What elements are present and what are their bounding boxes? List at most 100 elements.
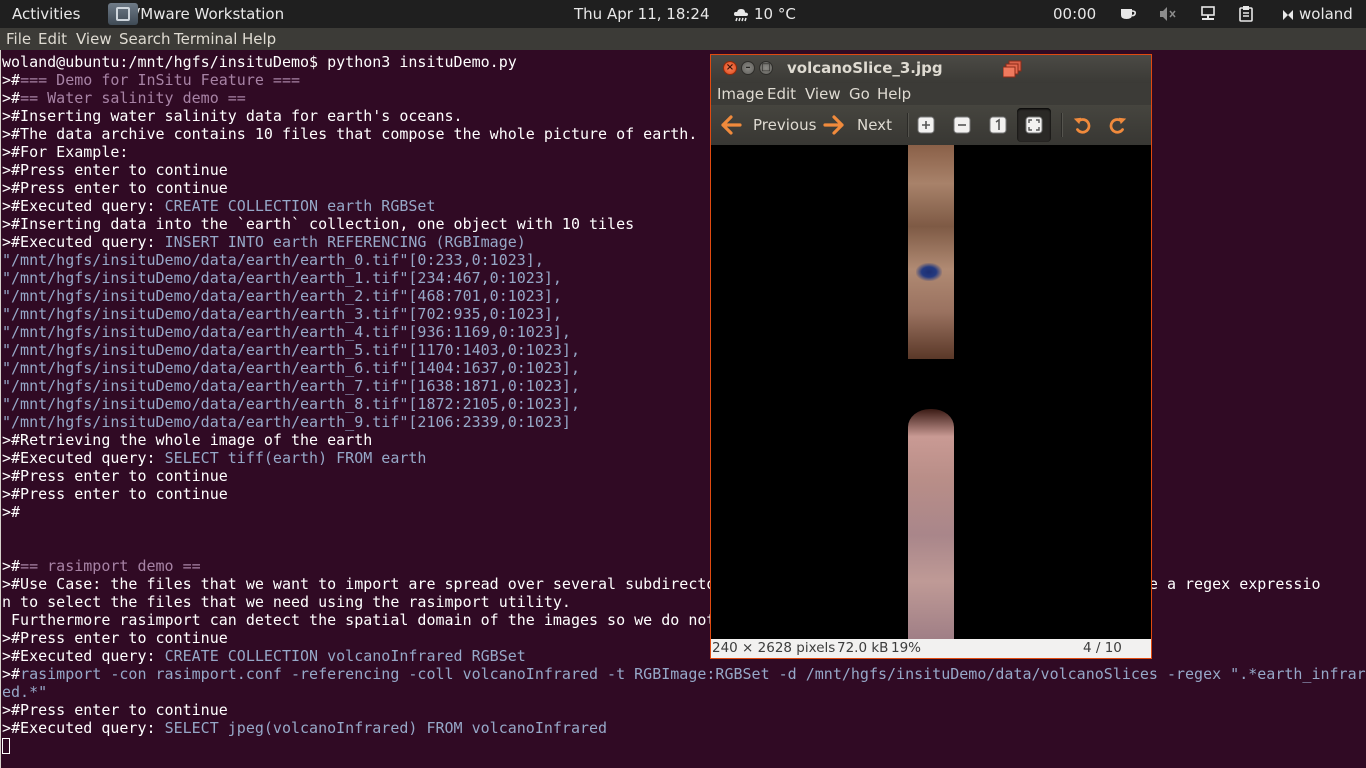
volcano-slice-water-feature	[916, 263, 942, 281]
terminal-text: >#	[2, 557, 21, 575]
terminal-menubar: File Edit View Search Terminal Help	[0, 28, 1366, 50]
terminal-line: >#=== Demo for InSitu Feature ===	[2, 71, 1366, 89]
terminal-text: CREATE COLLECTION volcanoInfrared RGBSet	[164, 647, 526, 665]
arrow-right-icon[interactable]	[823, 115, 845, 135]
previous-button[interactable]: Previous	[753, 111, 816, 139]
zoom-out-icon[interactable]	[952, 115, 972, 135]
terminal-line: >#For Example:	[2, 143, 1366, 161]
volcano-slice-image-bottom	[908, 409, 954, 639]
terminal-line: >#Press enter to continue	[2, 179, 1366, 197]
toolbar-separator	[907, 113, 908, 137]
viewer-menu-image[interactable]: Image	[717, 83, 764, 105]
timer-indicator[interactable]: 00:00	[1053, 0, 1096, 28]
terminal-line: "/mnt/hgfs/insituDemo/data/earth/earth_7…	[2, 377, 1366, 395]
minimize-button[interactable]: –	[741, 61, 755, 75]
menu-search[interactable]: Search	[119, 28, 171, 50]
next-button[interactable]: Next	[857, 111, 892, 139]
terminal-text: "/mnt/hgfs/insituDemo/data/earth/earth_7…	[2, 377, 580, 395]
viewer-menu-edit[interactable]: Edit	[767, 83, 796, 105]
menu-edit[interactable]: Edit	[38, 28, 67, 50]
viewer-title: volcanoSlice_3.jpg	[787, 59, 943, 77]
terminal-line: "/mnt/hgfs/insituDemo/data/earth/earth_3…	[2, 305, 1366, 323]
terminal-text: "/mnt/hgfs/insituDemo/data/earth/earth_8…	[2, 395, 580, 413]
activities-button[interactable]: Activities	[12, 0, 80, 28]
terminal-line: >#Press enter to continue	[2, 485, 1366, 503]
menu-terminal[interactable]: Terminal	[174, 28, 237, 50]
terminal-line: n to select the files that we need using…	[2, 593, 1366, 611]
viewer-titlebar[interactable]: × – □ volcanoSlice_3.jpg	[711, 55, 1151, 83]
terminal-line: >#rasimport -con rasimport.conf -referen…	[2, 665, 1366, 683]
volume-muted-icon[interactable]	[1159, 6, 1177, 22]
terminal-text: ed.*"	[2, 683, 48, 701]
terminal-text: >#	[2, 665, 21, 683]
viewer-menu-help[interactable]: Help	[877, 83, 911, 105]
weather-temp: 10 °C	[754, 5, 796, 23]
terminal-text: >#Inserting data into the `earth` collec…	[2, 215, 635, 233]
terminal-line: >#Executed query: CREATE COLLECTION volc…	[2, 647, 1366, 665]
user-menu[interactable]: woland	[1281, 0, 1353, 28]
menu-view[interactable]: View	[76, 28, 112, 50]
app-menu-vmware[interactable]: VMware Workstation	[108, 0, 284, 28]
image-canvas[interactable]	[711, 145, 1151, 639]
terminal-text: >#The data archive contains 10 files tha…	[2, 125, 698, 143]
network-icon[interactable]	[1200, 6, 1216, 22]
vmware-icon	[108, 3, 138, 25]
terminal-text: >#Executed query:	[2, 233, 165, 251]
menu-help[interactable]: Help	[242, 28, 276, 50]
zoom-normal-icon[interactable]	[988, 115, 1008, 135]
terminal-output: woland@ubuntu:/mnt/hgfs/insituDemo$ pyth…	[2, 53, 1366, 755]
terminal-window[interactable]: woland@ubuntu:/mnt/hgfs/insituDemo$ pyth…	[0, 50, 1366, 768]
image-position: 4 / 10	[1083, 640, 1122, 656]
close-icon: ×	[725, 62, 735, 73]
clipboard-icon[interactable]	[1239, 6, 1253, 22]
weather-indicator[interactable]: 10 °C	[732, 0, 796, 28]
terminal-line: "/mnt/hgfs/insituDemo/data/earth/earth_0…	[2, 251, 1366, 269]
terminal-text: Furthermore rasimport can detect the spa…	[2, 611, 716, 629]
terminal-text: >#	[2, 503, 21, 521]
terminal-text: >#Executed query:	[2, 197, 165, 215]
viewer-menubar: Image Edit View Go Help	[711, 83, 1151, 105]
terminal-text: woland@ubuntu:/mnt/hgfs/insituDemo$ pyth…	[2, 53, 517, 71]
clock[interactable]: Thu Apr 11, 18:24	[574, 0, 710, 28]
cloud-rain-icon	[734, 8, 748, 21]
terminal-text: >#For Example:	[2, 143, 129, 161]
terminal-line: >#Inserting water salinity data for eart…	[2, 107, 1366, 125]
terminal-text: >#Press enter to continue	[2, 179, 228, 197]
terminal-text: >#Executed query:	[2, 449, 165, 467]
image-viewer-window: × – □ volcanoSlice_3.jpg Image Edit View…	[710, 54, 1152, 659]
viewer-statusbar: 240 × 2628 pixels 72.0 kB 19% 4 / 10	[711, 639, 1151, 658]
arrow-left-icon[interactable]	[720, 115, 742, 135]
terminal-text: "/mnt/hgfs/insituDemo/data/earth/earth_6…	[2, 359, 580, 377]
terminal-line: >#Inserting data into the `earth` collec…	[2, 215, 1366, 233]
maximize-button[interactable]: □	[759, 61, 773, 75]
image-dimensions: 240 × 2628 pixels	[712, 640, 836, 656]
terminal-text: INSERT INTO earth REFERENCING (RGBImage)	[164, 233, 526, 251]
terminal-text: === Demo for InSitu Feature ===	[20, 71, 301, 89]
rotate-right-icon[interactable]	[1107, 115, 1129, 135]
terminal-text: "/mnt/hgfs/insituDemo/data/earth/earth_3…	[2, 305, 562, 323]
terminal-line: "/mnt/hgfs/insituDemo/data/earth/earth_6…	[2, 359, 1366, 377]
terminal-line: >#	[2, 503, 1366, 521]
menu-file[interactable]: File	[6, 28, 31, 50]
image-zoom-level: 19%	[891, 640, 922, 656]
terminal-line: >#== rasimport demo ==	[2, 557, 1366, 575]
terminal-text: >#Press enter to continue	[2, 161, 228, 179]
terminal-line: >#Executed query: CREATE COLLECTION eart…	[2, 197, 1366, 215]
coffee-cup-icon[interactable]	[1119, 6, 1137, 22]
zoom-fit-icon	[1025, 116, 1043, 134]
terminal-text: >#	[2, 89, 21, 107]
rotate-left-icon[interactable]	[1071, 115, 1093, 135]
terminal-text: rasimport -con rasimport.conf -referenci…	[20, 665, 1366, 683]
terminal-text: "/mnt/hgfs/insituDemo/data/earth/earth_5…	[2, 341, 580, 359]
terminal-text: == Water salinity demo ==	[20, 89, 246, 107]
terminal-text: "/mnt/hgfs/insituDemo/data/earth/earth_0…	[2, 251, 544, 269]
terminal-line: >#Retrieving the whole image of the eart…	[2, 431, 1366, 449]
viewer-menu-view[interactable]: View	[805, 83, 841, 105]
terminal-line: >#Press enter to continue	[2, 629, 1366, 647]
terminal-text: CREATE COLLECTION earth RGBSet	[164, 197, 436, 215]
close-button[interactable]: ×	[723, 61, 737, 75]
viewer-menu-go[interactable]: Go	[849, 83, 870, 105]
terminal-line: >#Press enter to continue	[2, 467, 1366, 485]
zoom-in-icon[interactable]	[916, 115, 936, 135]
terminal-text: >#Executed query:	[2, 719, 165, 737]
